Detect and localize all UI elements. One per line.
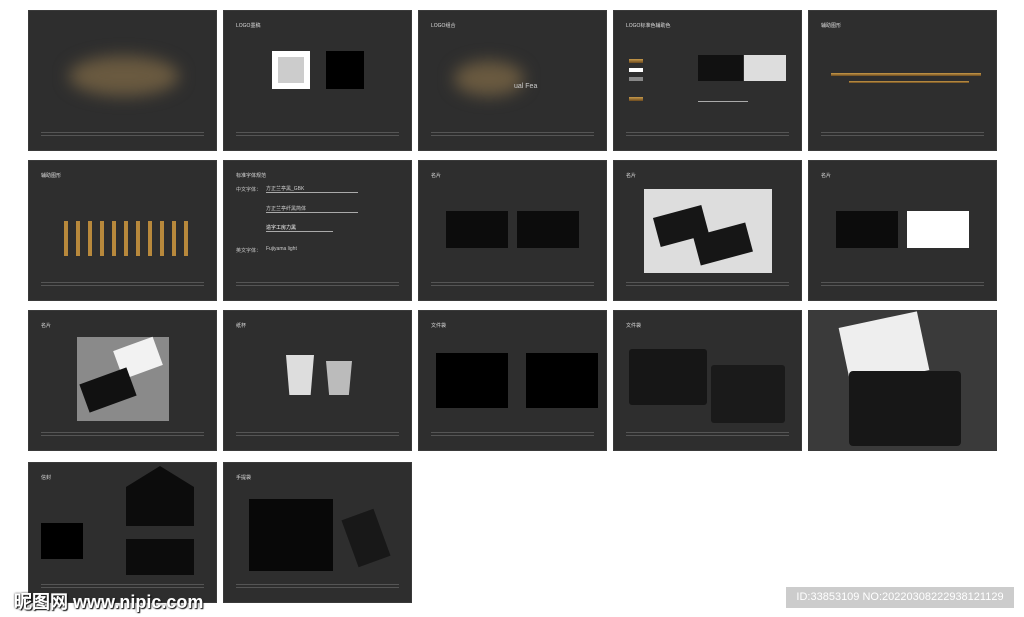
slide-footer-text [431, 282, 594, 288]
font-name: 方正兰亭黑_GBK [266, 186, 305, 192]
font-name: 造字工房力黑 [266, 225, 297, 231]
slide-footer-text [821, 132, 984, 138]
slide-footer-text [236, 432, 399, 438]
slide-paper-cup[interactable]: 纸杯 [223, 310, 412, 451]
slide-title: 名片 [626, 173, 637, 179]
slide-typography[interactable]: 标准字体规范 中文字体： 方正兰亭黑_GBK 方正兰亭纤黑简体 造字工房力黑 英… [223, 160, 412, 301]
slide-title: 纸杯 [236, 323, 247, 329]
folder-front [436, 353, 508, 408]
slide-title: 文件袋 [626, 323, 642, 329]
card-back-white [907, 211, 969, 248]
divider [266, 212, 358, 213]
envelope-closed [126, 539, 194, 575]
cn-font-label: 中文字体： [236, 187, 262, 193]
logo-light-preview [744, 55, 786, 81]
folder-back [526, 353, 598, 408]
logo-blur [69, 56, 179, 96]
envelope-open [126, 466, 194, 526]
font-name: Fujiyama light [266, 246, 297, 252]
slide-footer-text [626, 132, 789, 138]
cup-gray [326, 361, 352, 395]
logo-text: ual Fea [514, 83, 538, 90]
slide-footer-text [41, 282, 204, 288]
slide-business-card-2[interactable]: 名片 [613, 160, 802, 301]
card-photo [77, 336, 169, 421]
logo-dark-preview [698, 55, 743, 81]
slide-folder-photo[interactable] [808, 310, 997, 451]
slide-title: 标准字体规范 [236, 173, 267, 179]
watermark: 昵图网 www.nipic.com [14, 592, 204, 612]
envelope-card [41, 523, 83, 559]
slide-folder-2[interactable]: 文件袋 [613, 310, 802, 451]
image-id-badge: ID:33853109 NO:20220308222938121129 [786, 587, 1014, 608]
slide-footer-text [626, 432, 789, 438]
card-front [446, 211, 508, 248]
slide-footer-text [236, 584, 399, 590]
slide-footer-text [431, 132, 594, 138]
slide-footer-text [821, 282, 984, 288]
logo-black-box [326, 51, 364, 89]
en-font-label: 英文字体： [236, 248, 262, 254]
cup-red [286, 355, 314, 395]
slide-aux-graphic-2[interactable]: 辅助图形 [28, 160, 217, 301]
color-swatch-aux [629, 97, 643, 101]
slide-title: 手提袋 [236, 475, 252, 481]
font-name: 方正兰亭纤黑简体 [266, 206, 307, 212]
card-photo [644, 189, 772, 273]
slide-title: LOGO墨稿 [236, 23, 261, 29]
slide-logo-colors[interactable]: LOGO标准色辅助色 [613, 10, 802, 151]
logo-blur [454, 61, 524, 96]
color-swatch-gold [629, 59, 643, 63]
slide-logo-ink[interactable]: LOGO墨稿 [223, 10, 412, 151]
color-swatch-gray [629, 77, 643, 81]
slide-cover[interactable] [28, 10, 217, 151]
slide-handbag[interactable]: 手提袋 [223, 462, 412, 603]
slide-footer-text [41, 432, 204, 438]
divider [266, 192, 358, 193]
color-swatch-white [629, 68, 643, 72]
slide-business-card-3[interactable]: 名片 [808, 160, 997, 301]
slide-business-card-4[interactable]: 名片 [28, 310, 217, 451]
slide-title: 文件袋 [431, 323, 447, 329]
card-front [836, 211, 898, 248]
slide-business-card-1[interactable]: 名片 [418, 160, 607, 301]
folder-photo-2 [711, 365, 785, 423]
slide-footer-text [236, 132, 399, 138]
slide-title: 辅助图形 [41, 173, 62, 179]
divider [266, 231, 333, 232]
gold-bars [64, 221, 189, 256]
slide-envelope[interactable]: 信封 [28, 462, 217, 603]
slide-title: LOGO标准色辅助色 [626, 23, 671, 29]
slide-folder-1[interactable]: 文件袋 [418, 310, 607, 451]
divider [698, 101, 748, 102]
slide-title: 信封 [41, 475, 52, 481]
slide-title: LOGO组合 [431, 23, 456, 29]
slide-title: 名片 [821, 173, 832, 179]
slide-footer-text [626, 282, 789, 288]
gold-stripes [831, 73, 981, 76]
gold-stripes [849, 81, 969, 83]
slide-logo-combo[interactable]: LOGO组合 ual Fea [418, 10, 607, 151]
slide-footer-text [41, 132, 204, 138]
slide-title: 辅助图形 [821, 23, 842, 29]
folder-photo-1 [629, 349, 707, 405]
slide-title: 名片 [431, 173, 442, 179]
slide-title: 名片 [41, 323, 52, 329]
bag-front [249, 499, 333, 571]
slide-footer-text [236, 282, 399, 288]
card-back [517, 211, 579, 248]
bag-photo [341, 508, 391, 568]
logo-white-box [272, 51, 310, 89]
folder [849, 371, 961, 446]
slide-aux-graphic-1[interactable]: 辅助图形 [808, 10, 997, 151]
slide-footer-text [431, 432, 594, 438]
